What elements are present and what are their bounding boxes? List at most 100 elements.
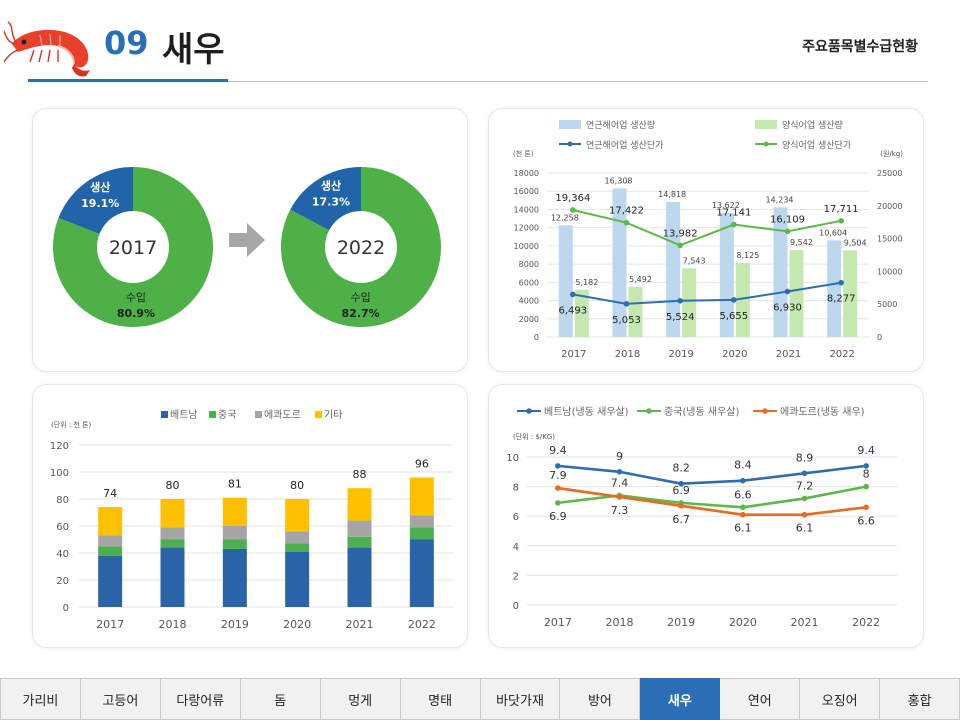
legend-swatch-marker xyxy=(763,141,769,147)
x-tick-label: 2017 xyxy=(544,616,572,629)
nav-tab-7[interactable]: 방어 xyxy=(560,678,641,720)
stacked-bar-segment xyxy=(160,547,185,607)
stacked-bar-segment xyxy=(347,520,372,537)
slice-label-import: 수입 xyxy=(126,291,146,304)
price-label: 6.9 xyxy=(549,510,567,523)
price-label: 8.9 xyxy=(796,451,814,464)
x-tick-label: 2018 xyxy=(615,349,640,360)
x-tick-label: 2022 xyxy=(829,349,854,360)
price-point xyxy=(863,504,869,511)
y2-tick-label: 25000 xyxy=(877,169,902,178)
y-tick-label: 8 xyxy=(513,483,519,494)
y-tick-label: 120 xyxy=(50,441,69,452)
price-point xyxy=(801,495,808,502)
nav-tab-11[interactable]: 홍합 xyxy=(880,678,960,720)
donut-charts-card: 생산 19.1% 수입 80.9% 2017 생산 17.3% 수입 82.7% 2022 xyxy=(32,108,468,372)
x-tick-label: 2018 xyxy=(606,616,634,629)
stacked-bar-segment xyxy=(285,499,310,532)
price-point xyxy=(863,483,869,490)
y2-tick-label: 0 xyxy=(877,333,882,342)
legend-swatch xyxy=(315,411,322,418)
bar-label-coastal: 12,258 xyxy=(551,213,579,222)
coastal-price-point xyxy=(838,279,844,286)
price-point xyxy=(801,470,808,477)
bar-label-aquaculture: 5,182 xyxy=(575,278,598,287)
legend-label: 양식어업 생산단가 xyxy=(782,140,851,151)
nav-tab-5[interactable]: 명태 xyxy=(400,678,481,720)
x-tick-label: 2017 xyxy=(96,618,124,631)
aquaculture-price-label: 16,109 xyxy=(770,214,805,225)
y2-tick-label: 5000 xyxy=(877,300,897,309)
stacked-bar-segment xyxy=(98,546,123,556)
price-point xyxy=(616,469,623,475)
bar-total-label: 88 xyxy=(353,468,367,481)
stacked-bar-segment xyxy=(285,531,310,544)
slice-value-production: 19.1% xyxy=(81,197,119,210)
coastal-price-label: 6,493 xyxy=(559,305,588,316)
y-tick-label: 6000 xyxy=(519,278,539,287)
aquaculture-price-point xyxy=(731,221,737,228)
x-tick-label: 2021 xyxy=(346,618,374,631)
aquaculture-price-point xyxy=(838,218,844,224)
price-label: 8.4 xyxy=(734,459,752,472)
y-tick-label: 80 xyxy=(56,495,69,506)
coastal-price-label: 6,930 xyxy=(773,303,802,314)
nav-tab-8[interactable]: 새우 xyxy=(640,678,721,720)
y-tick-label: 0 xyxy=(63,603,69,614)
x-tick-label: 2020 xyxy=(283,618,311,631)
y-tick-label: 14000 xyxy=(514,205,539,214)
price-label: 6.1 xyxy=(734,522,752,535)
donut-center-year: 2017 xyxy=(109,237,157,259)
price-point xyxy=(555,500,561,506)
legend-swatch xyxy=(755,120,777,129)
slice-value-import: 80.9% xyxy=(117,307,155,320)
bar-total-label: 80 xyxy=(166,479,180,492)
legend-swatch xyxy=(209,411,216,418)
legend-label: 베트남(냉동 새우살) xyxy=(544,406,629,418)
legend-label: 연근해어업 생산량 xyxy=(586,119,655,131)
slice-value-import: 82.7% xyxy=(342,307,380,320)
nav-tab-10[interactable]: 오징어 xyxy=(800,678,881,720)
slice-value-production: 17.3% xyxy=(312,195,350,208)
price-label: 7.4 xyxy=(611,476,629,489)
price-label: 9.4 xyxy=(549,444,567,457)
stacked-bar-segment xyxy=(409,515,434,528)
stacked-bar-segment xyxy=(222,526,247,540)
stacked-bar-segment xyxy=(222,497,247,526)
bar-label-aquaculture: 7,543 xyxy=(683,256,706,265)
legend-label: 베트남 xyxy=(170,409,198,421)
y2-tick-label: 15000 xyxy=(877,235,902,244)
y-tick-label: 18000 xyxy=(514,169,539,178)
stacked-bar-segment xyxy=(347,536,372,548)
bar-label-aquaculture: 5,492 xyxy=(629,275,652,284)
x-tick-label: 2022 xyxy=(408,618,436,631)
bar-label-coastal: 16,308 xyxy=(605,176,633,185)
price-point xyxy=(740,504,746,511)
y-axis-unit: (단위 : $/KG) xyxy=(513,432,555,441)
x-tick-label: 2018 xyxy=(159,618,187,631)
nav-tab-2[interactable]: 다랑어류 xyxy=(160,678,241,720)
coastal-price-label: 5,053 xyxy=(612,315,641,326)
y-tick-label: 2000 xyxy=(519,315,539,324)
production-combo-chart: 0 2000 4000 6000 8000 10000 12000 14000 16000 180… xyxy=(513,119,903,360)
header: 09 새우 주요품목별수급현황 xyxy=(0,0,960,84)
production-chart-card: 0 2000 4000 6000 8000 10000 12000 14000 16000 180… xyxy=(488,108,924,372)
nav-tab-6[interactable]: 바닷가재 xyxy=(480,678,561,720)
legend-label: 중국 xyxy=(218,409,236,421)
stacked-bar-segment xyxy=(98,555,123,607)
nav-tab-4[interactable]: 멍게 xyxy=(320,678,401,720)
nav-tab-3[interactable]: 돔 xyxy=(240,678,321,720)
x-tick-label: 2019 xyxy=(667,616,695,629)
bar-label-coastal: 14,818 xyxy=(658,190,686,199)
slice-label-production: 생산 xyxy=(90,180,110,194)
bar-label-coastal: 14,234 xyxy=(766,195,794,204)
stacked-bar-segment xyxy=(160,499,185,528)
y-tick-label: 4000 xyxy=(519,297,539,306)
stacked-bar-segment xyxy=(409,539,434,607)
coastal-price-point xyxy=(784,288,791,295)
x-tick-label: 2017 xyxy=(561,349,586,360)
nav-tab-0[interactable]: 가리비 xyxy=(0,678,81,720)
nav-tab-1[interactable]: 고등어 xyxy=(80,678,161,720)
shrimp-logo-icon xyxy=(4,21,90,77)
nav-tab-9[interactable]: 연어 xyxy=(720,678,801,720)
